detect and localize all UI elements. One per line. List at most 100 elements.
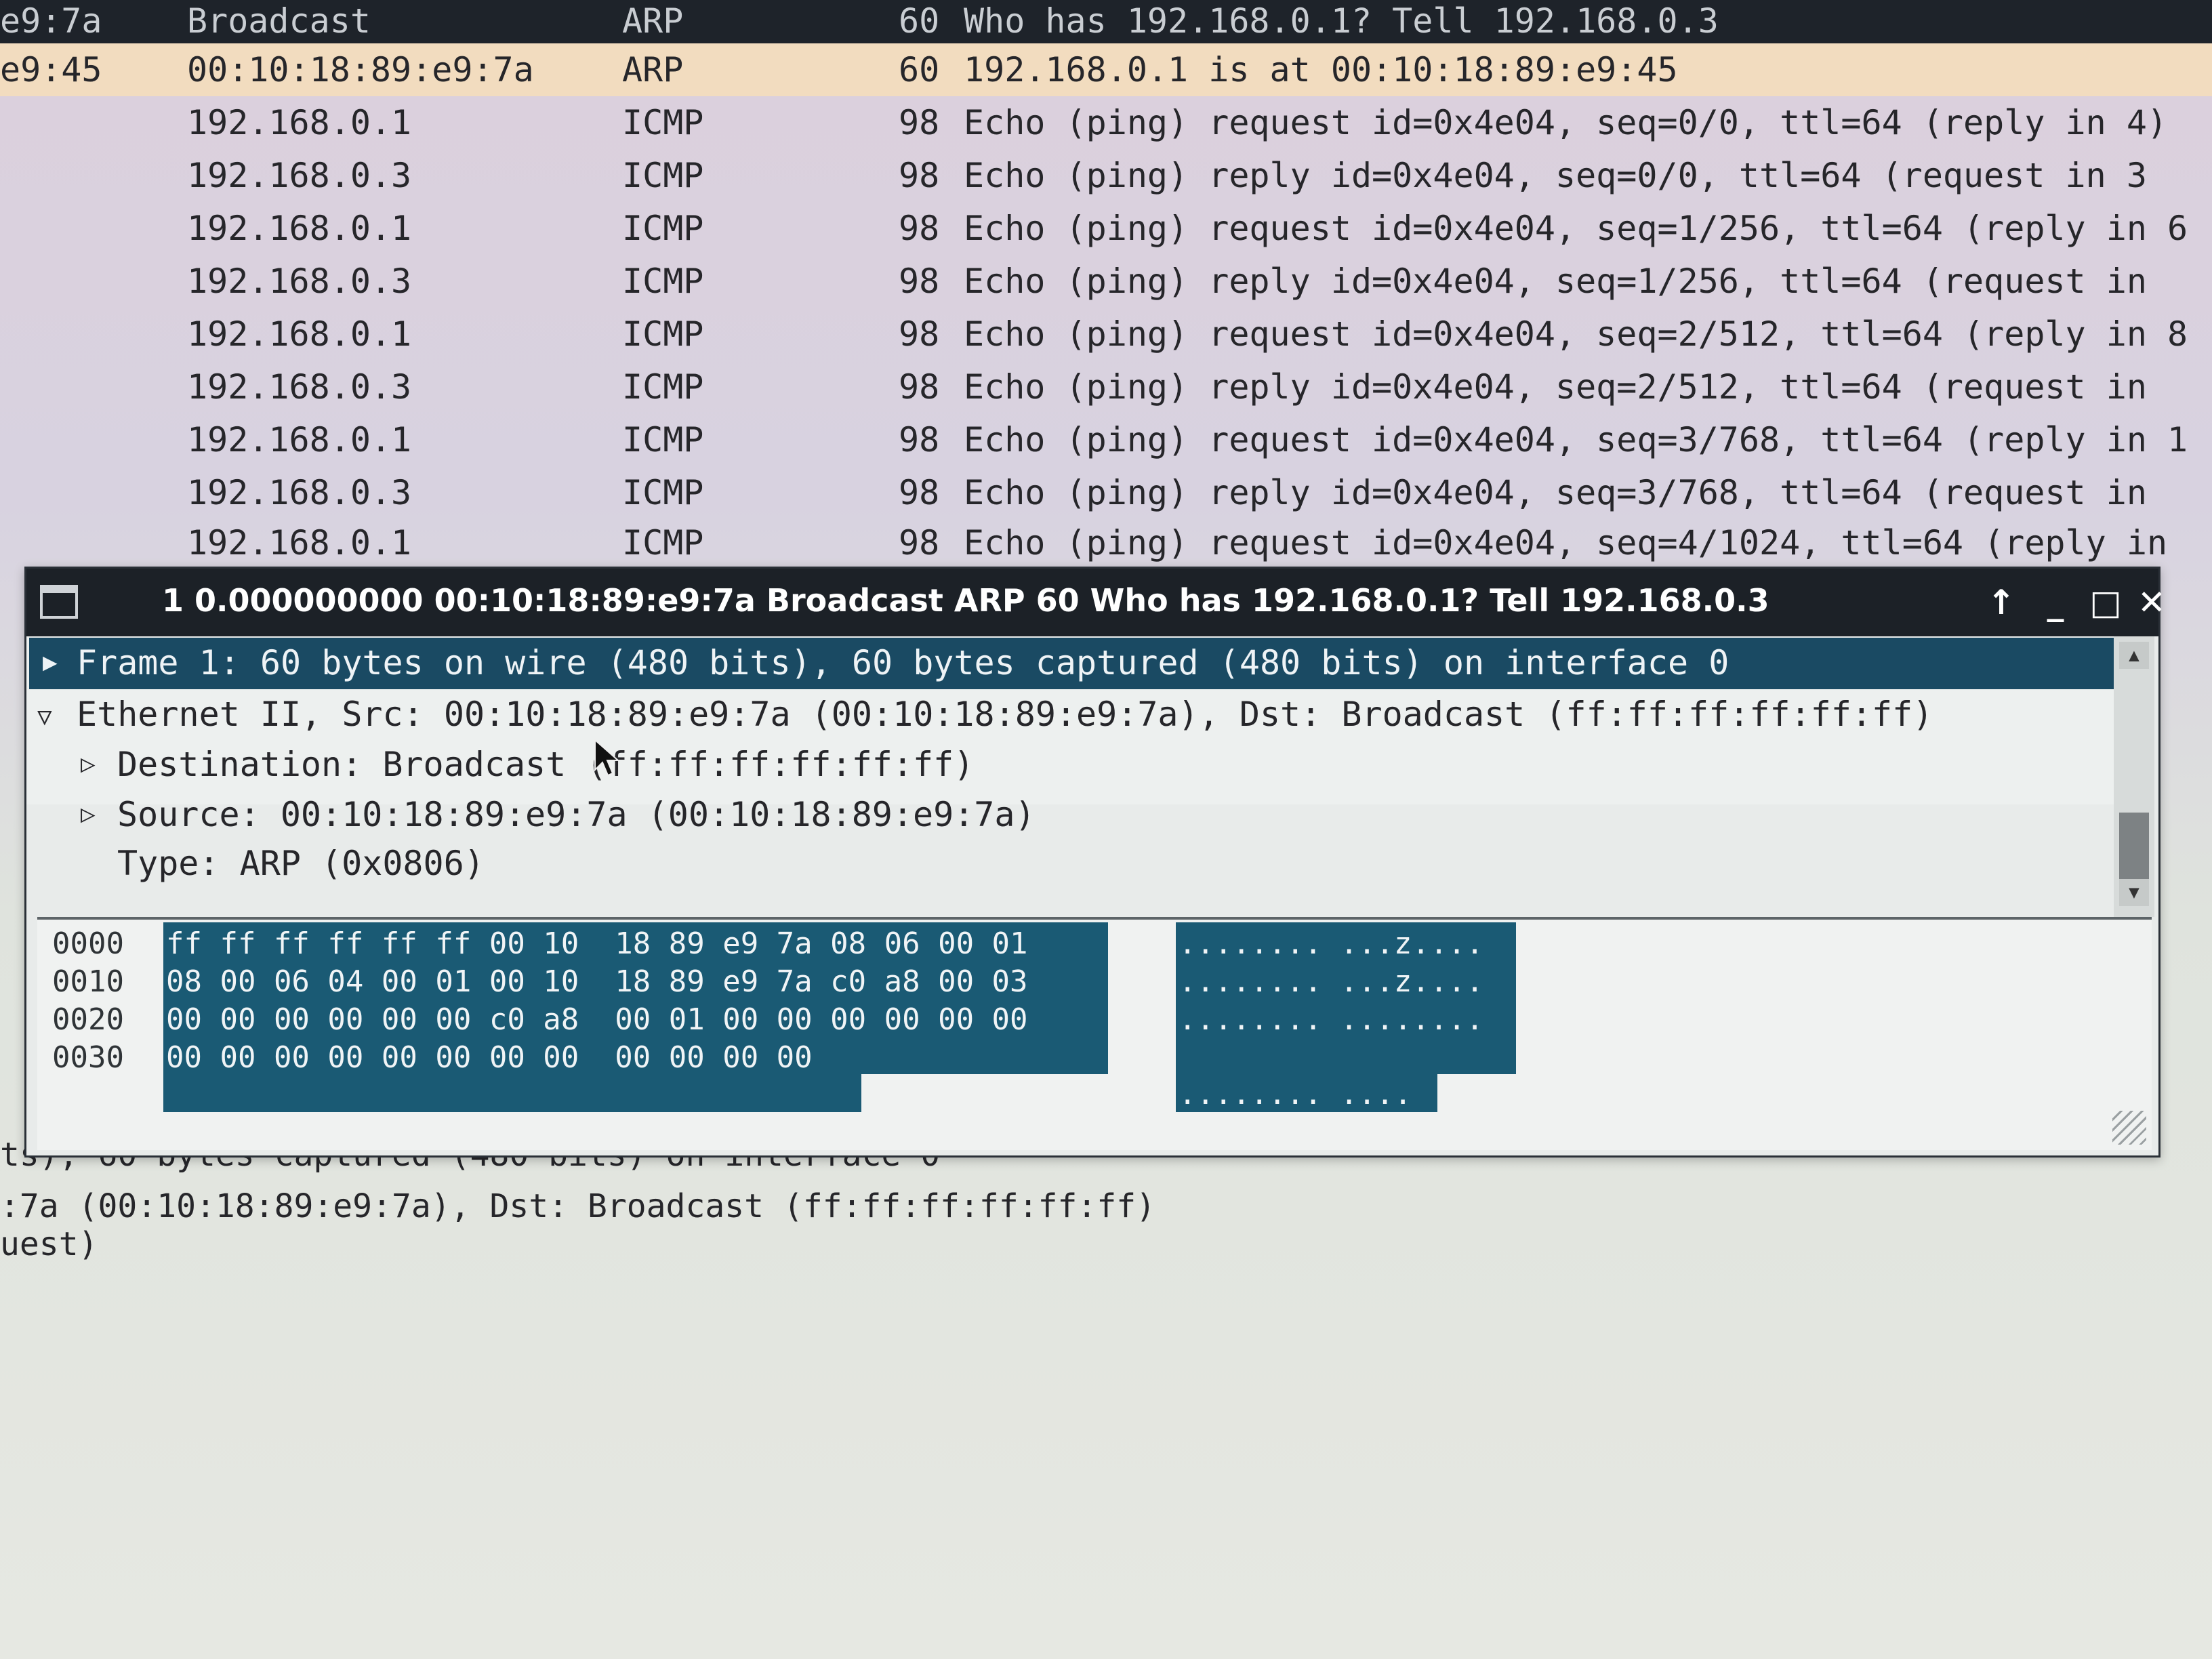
scroll-down-arrow-icon[interactable]: ▼ [2119,879,2149,906]
packet-info: Echo (ping) request id=0x4e04, seq=1/256… [964,209,2188,248]
packet-row[interactable]: 192.168.0.3 ICMP 98 Echo (ping) reply id… [0,361,2212,413]
packet-protocol: ARP [622,50,684,89]
packet-length: 98 [899,523,940,562]
packet-protocol: ICMP [622,420,704,459]
packet-protocol: ICMP [622,473,704,512]
hex-dump-pane[interactable]: 0000 ff ff ff ff ff ff 00 10 18 89 e9 7a… [37,917,2152,1150]
detail-line: uest) [0,1225,98,1263]
tree-item-label: Source: 00:10:18:89:e9:7a (00:10:18:89:e… [117,795,1036,834]
expand-triangle-icon[interactable]: ▷ [81,800,96,828]
minimize-button[interactable]: _ [2031,574,2080,631]
hex-offset: 0010 [52,964,124,999]
packet-info: Echo (ping) reply id=0x4e04, seq=0/0, tt… [964,156,2147,195]
maximize-button[interactable]: □ [2081,574,2130,631]
tree-item-ethernet[interactable]: ▽ Ethernet II, Src: 00:10:18:89:e9:7a (0… [29,689,2114,738]
hex-ascii[interactable]: ........ ...z.... [1179,964,1483,999]
packet-destination: 192.168.0.3 [187,473,412,512]
arrow-up-icon[interactable]: ↑ [1977,574,2026,631]
tree-item-source[interactable]: ▷ Source: 00:10:18:89:e9:7a (00:10:18:89… [29,790,2114,837]
hex-ascii[interactable]: ........ ........ [1179,1002,1483,1037]
tree-item-label: Type: ARP (0x0806) [117,844,485,883]
resize-grip-icon[interactable] [2112,1111,2146,1145]
packet-destination: 192.168.0.3 [187,262,412,301]
packet-info: Echo (ping) request id=0x4e04, seq=4/102… [964,523,2168,562]
packet-length: 98 [899,473,940,512]
packet-length: 98 [899,420,940,459]
packet-destination: 192.168.0.1 [187,103,412,142]
packet-protocol: ARP [622,1,684,41]
hex-ascii[interactable]: ........ .... [1179,1077,1412,1111]
packet-length: 60 [899,50,940,89]
packet-length: 98 [899,262,940,301]
packet-protocol: ICMP [622,156,704,195]
scrollbar-thumb[interactable] [2119,813,2149,880]
packet-protocol: ICMP [622,523,704,562]
packet-protocol: ICMP [622,209,704,248]
packet-row[interactable]: 192.168.0.3 ICMP 98 Echo (ping) reply id… [0,149,2212,202]
packet-row[interactable]: 192.168.0.1 ICMP 98 Echo (ping) request … [0,308,2212,361]
packet-detail-tree[interactable]: ▶ Frame 1: 60 bytes on wire (480 bits), … [26,636,2114,834]
expand-triangle-icon[interactable]: ▶ [43,649,58,676]
packet-destination: 192.168.0.1 [187,420,412,459]
packet-info: Echo (ping) reply id=0x4e04, seq=3/768, … [964,473,2147,512]
packet-row[interactable]: 192.168.0.1 ICMP 98 Echo (ping) request … [0,96,2212,149]
tree-item-label: Destination: Broadcast (ff:ff:ff:ff:ff:f… [117,745,975,784]
packet-row[interactable]: 192.168.0.3 ICMP 98 Echo (ping) reply id… [0,466,2212,519]
packet-destination: 00:10:18:89:e9:7a [187,50,534,89]
packet-info: Echo (ping) reply id=0x4e04, seq=2/512, … [964,367,2147,407]
packet-length: 98 [899,367,940,407]
packet-length: 98 [899,209,940,248]
packet-destination: Broadcast [187,1,371,41]
packet-details-window[interactable]: 1 0.000000000 00:10:18:89:e9:7a Broadcas… [24,567,2166,1158]
packet-info: 192.168.0.1 is at 00:10:18:89:e9:45 [964,50,1678,89]
packet-row[interactable]: 192.168.0.1 ICMP 98 Echo (ping) request … [0,413,2212,466]
expand-triangle-icon[interactable]: ▷ [81,750,96,778]
packet-protocol: ICMP [622,314,704,354]
packet-destination: 192.168.0.3 [187,367,412,407]
tree-item-frame[interactable]: ▶ Frame 1: 60 bytes on wire (480 bits), … [29,638,2114,689]
hex-offset: 0030 [52,1040,124,1075]
packet-source: e9:45 [0,50,102,89]
collapse-triangle-icon[interactable]: ▽ [37,703,52,731]
window-icon[interactable] [40,585,78,619]
packet-list[interactable]: e9:7a Broadcast ARP 60 Who has 192.168.0… [0,0,2212,569]
packet-length: 60 [899,1,940,41]
packet-info: Echo (ping) request id=0x4e04, seq=2/512… [964,314,2188,354]
packet-protocol: ICMP [622,262,704,301]
tree-item-label: Ethernet II, Src: 00:10:18:89:e9:7a (00:… [77,695,1933,734]
packet-info: Echo (ping) reply id=0x4e04, seq=1/256, … [964,262,2147,301]
packet-row-selected[interactable]: e9:45 00:10:18:89:e9:7a ARP 60 192.168.0… [0,43,2212,96]
packet-info: Echo (ping) request id=0x4e04, seq=3/768… [964,420,2188,459]
hex-offset: 0020 [52,1002,124,1037]
close-button[interactable]: ✕ [2131,574,2172,631]
packet-row[interactable]: 192.168.0.1 ICMP 98 Echo (ping) request … [0,516,2212,569]
packet-info: Who has 192.168.0.1? Tell 192.168.0.3 [964,1,1719,41]
tree-item-type[interactable]: Type: ARP (0x0806) [29,838,2114,887]
packet-protocol: ICMP [622,103,704,142]
tree-scrollbar[interactable]: ▲ ▼ [2114,636,2154,917]
packet-destination: 192.168.0.1 [187,523,412,562]
detail-line: :7a (00:10:18:89:e9:7a), Dst: Broadcast … [0,1187,1156,1225]
packet-row[interactable]: 192.168.0.3 ICMP 98 Echo (ping) reply id… [0,255,2212,308]
packet-destination: 192.168.0.3 [187,156,412,195]
packet-length: 98 [899,103,940,142]
packet-length: 98 [899,156,940,195]
tree-item-destination[interactable]: ▷ Destination: Broadcast (ff:ff:ff:ff:ff… [29,739,2114,788]
scroll-up-arrow-icon[interactable]: ▲ [2119,642,2149,669]
packet-destination: 192.168.0.1 [187,314,412,354]
packet-row[interactable]: e9:7a Broadcast ARP 60 Who has 192.168.0… [0,0,2212,43]
window-title-bar[interactable]: 1 0.000000000 00:10:18:89:e9:7a Broadcas… [26,569,2166,636]
packet-destination: 192.168.0.1 [187,209,412,248]
hex-bytes[interactable]: ff ff ff ff ff ff 00 10 18 89 e9 7a 08 0… [166,926,1028,961]
hex-bytes[interactable]: 08 00 06 04 00 01 00 10 18 89 e9 7a c0 a… [166,964,1028,999]
packet-length: 98 [899,314,940,354]
hex-ascii[interactable]: ........ ...z.... [1179,926,1483,961]
packet-row[interactable]: 192.168.0.1 ICMP 98 Echo (ping) request … [0,202,2212,255]
hex-bytes[interactable]: 00 00 00 00 00 00 00 00 00 00 00 00 [166,1040,813,1075]
window-title: 1 0.000000000 00:10:18:89:e9:7a Broadcas… [162,582,1769,619]
hex-highlight [163,1074,861,1112]
hex-bytes[interactable]: 00 00 00 00 00 00 c0 a8 00 01 00 00 00 0… [166,1002,1028,1037]
tree-item-label: Frame 1: 60 bytes on wire (480 bits), 60… [77,643,1729,682]
mouse-cursor-icon [594,739,620,777]
packet-protocol: ICMP [622,367,704,407]
